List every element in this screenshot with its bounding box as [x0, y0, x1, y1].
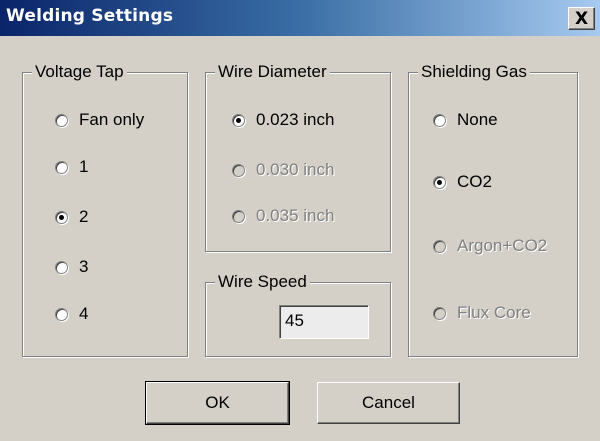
close-button[interactable]: X: [568, 7, 595, 30]
window-title: Welding Settings: [6, 6, 174, 26]
radio-icon: [433, 113, 446, 127]
radio-checked-icon: [433, 175, 446, 189]
radio-icon: [55, 260, 68, 274]
radio-icon: [232, 163, 245, 177]
radio-icon: [433, 306, 446, 320]
radio-icon: [55, 113, 68, 127]
wire-diameter-legend: Wire Diameter: [215, 61, 330, 83]
wire-diameter-option-0035: 0.035 inch: [232, 206, 334, 226]
voltage-tap-option-2[interactable]: 2: [55, 207, 88, 227]
voltage-tap-option-fan-only[interactable]: Fan only: [55, 110, 144, 130]
close-icon: X: [575, 9, 589, 29]
wire-diameter-option-0030: 0.030 inch: [232, 160, 334, 180]
wire-speed-legend: Wire Speed: [215, 271, 310, 293]
wire-diameter-option-0023[interactable]: 0.023 inch: [232, 110, 334, 130]
cancel-button[interactable]: Cancel: [317, 382, 460, 424]
shielding-gas-option-none[interactable]: None: [433, 110, 498, 130]
shielding-gas-option-co2[interactable]: CO2: [433, 172, 492, 192]
wire-speed-input[interactable]: 45: [279, 305, 369, 339]
voltage-tap-option-1[interactable]: 1: [55, 157, 88, 177]
radio-icon: [232, 209, 245, 223]
radio-checked-icon: [232, 113, 245, 127]
voltage-tap-option-3[interactable]: 3: [55, 257, 88, 277]
shielding-gas-option-argon-co2: Argon+CO2: [433, 236, 547, 256]
shielding-gas-legend: Shielding Gas: [418, 61, 530, 83]
radio-icon: [433, 239, 446, 253]
shielding-gas-option-flux-core: Flux Core: [433, 303, 531, 323]
voltage-tap-option-4[interactable]: 4: [55, 304, 88, 324]
title-bar: Welding Settings X: [0, 0, 600, 36]
radio-icon: [55, 160, 68, 174]
voltage-tap-legend: Voltage Tap: [32, 61, 127, 83]
radio-checked-icon: [55, 210, 68, 224]
radio-icon: [55, 307, 68, 321]
ok-button[interactable]: OK: [145, 381, 290, 425]
